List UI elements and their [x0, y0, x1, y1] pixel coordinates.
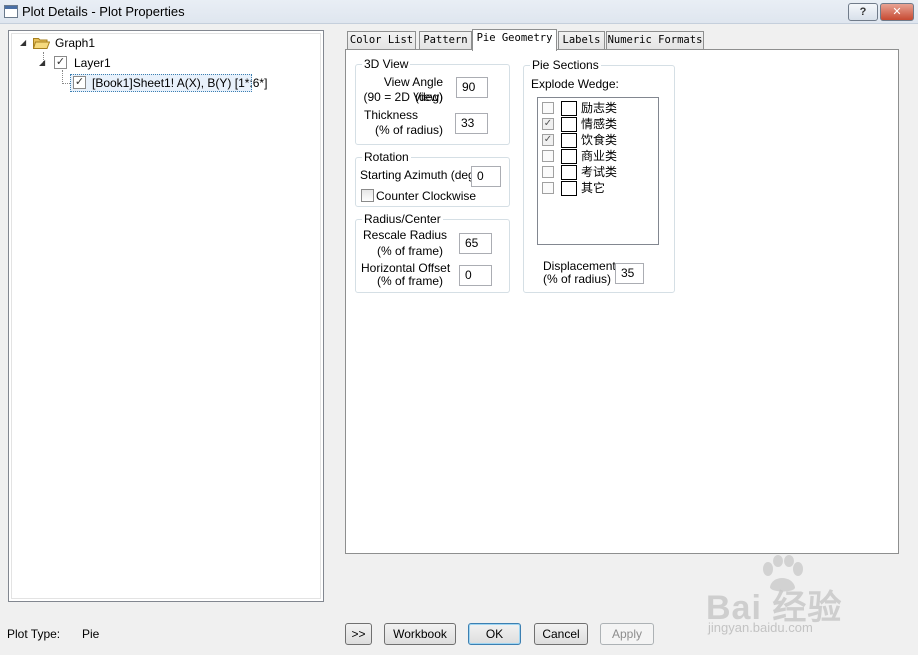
help-button[interactable]: ? [848, 3, 878, 21]
counter-clockwise-box[interactable] [361, 189, 374, 202]
horizontal-offset-input[interactable]: 0 [459, 265, 492, 286]
thickness-sublabel: (% of radius) [375, 123, 444, 137]
wedge-color-swatch [561, 117, 577, 132]
expand-button[interactable]: >> [345, 623, 372, 645]
wedge-checkbox[interactable] [542, 102, 554, 114]
list-item[interactable]: 商业类 [540, 148, 656, 164]
wedge-color-swatch [561, 149, 577, 164]
group-title-rotation: Rotation [362, 150, 411, 164]
wedge-label: 情感类 [581, 117, 618, 131]
wedge-color-swatch [561, 181, 577, 196]
thickness-label: Thickness [364, 108, 419, 122]
layer-checkbox[interactable]: ✓ [54, 56, 67, 69]
wedge-checkbox[interactable] [542, 182, 554, 194]
rescale-radius-label: Rescale Radius [363, 228, 448, 242]
ok-button[interactable]: OK [468, 623, 521, 645]
folder-open-icon [33, 38, 50, 49]
plot-tree[interactable] [8, 30, 324, 602]
wedge-label: 励志类 [581, 101, 618, 115]
tab-pie-geometry[interactable]: Pie Geometry [472, 29, 557, 51]
wedge-label: 考试类 [581, 165, 618, 179]
plot-type-label: Plot Type: [7, 627, 61, 641]
group-title-3d-view: 3D View [362, 57, 411, 71]
tree-node-plot[interactable]: [Book1]Sheet1! A(X), B(Y) [1*:6*] [92, 75, 267, 91]
tree-node-layer[interactable]: Layer1 [74, 55, 111, 71]
wedge-label: 饮食类 [581, 133, 618, 147]
tree-node-graph[interactable]: Graph1 [55, 35, 95, 51]
list-item[interactable]: ✓ 饮食类 [540, 132, 656, 148]
counter-clockwise-checkbox[interactable]: Counter Clockwise [361, 188, 481, 204]
tab-labels[interactable]: Labels [558, 31, 605, 50]
title-bar: Plot Details - Plot Properties ? ✕ [0, 0, 918, 24]
watermark-url: jingyan.baidu.com [708, 620, 813, 635]
wedge-color-swatch [561, 165, 577, 180]
wedge-checkbox[interactable] [542, 166, 554, 178]
group-title-radius-center: Radius/Center [362, 212, 443, 226]
horizontal-offset-sublabel: (% of frame) [376, 274, 443, 288]
view-angle-input[interactable]: 90 [456, 77, 488, 98]
list-item[interactable]: 其它 [540, 180, 656, 196]
rescale-radius-input[interactable]: 65 [459, 233, 492, 254]
cancel-button[interactable]: Cancel [534, 623, 588, 645]
wedge-label: 其它 [581, 181, 606, 195]
tab-numeric-formats[interactable]: Numeric Formats [606, 31, 704, 50]
tree-inner [11, 33, 321, 599]
wedge-color-swatch [561, 133, 577, 148]
wedge-checkbox[interactable]: ✓ [542, 134, 554, 146]
collapse-arrow-icon[interactable]: ◢ [20, 38, 26, 47]
wedge-label: 商业类 [581, 149, 618, 163]
wedge-checkbox[interactable]: ✓ [542, 118, 554, 130]
window-icon [4, 5, 18, 18]
azimuth-input[interactable]: 0 [471, 166, 501, 187]
list-item[interactable]: 考试类 [540, 164, 656, 180]
wedge-color-swatch [561, 101, 577, 116]
workbook-button[interactable]: Workbook [384, 623, 456, 645]
view-angle-sublabel: (90 = 2D View) [363, 90, 443, 104]
close-button[interactable]: ✕ [880, 3, 914, 21]
wedge-checkbox[interactable] [542, 150, 554, 162]
explode-wedge-list[interactable]: 励志类 ✓ 情感类 ✓ 饮食类 商业类 考试类 其它 [537, 97, 659, 245]
explode-wedge-label: Explode Wedge: [531, 77, 619, 91]
displacement-input[interactable]: 35 [615, 263, 644, 284]
list-item[interactable]: 励志类 [540, 100, 656, 116]
collapse-arrow-icon[interactable]: ◢ [39, 58, 45, 67]
azimuth-label: Starting Azimuth (deg) [360, 168, 479, 182]
apply-button[interactable]: Apply [600, 623, 654, 645]
tree-connector [62, 70, 63, 84]
tab-pattern[interactable]: Pattern [419, 31, 472, 50]
tree-connector [62, 83, 70, 84]
tab-color-list[interactable]: Color List [347, 31, 416, 50]
plot-checkbox[interactable]: ✓ [73, 76, 86, 89]
rescale-radius-sublabel: (% of frame) [376, 244, 443, 258]
displacement-sublabel: (% of radius) [543, 272, 612, 286]
group-title-pie-sections: Pie Sections [530, 58, 601, 72]
window-title: Plot Details - Plot Properties [22, 4, 185, 19]
counter-clockwise-label: Counter Clockwise [376, 189, 477, 203]
list-item[interactable]: ✓ 情感类 [540, 116, 656, 132]
thickness-input[interactable]: 33 [455, 113, 488, 134]
plot-type-value: Pie [82, 627, 100, 641]
baidu-watermark: Bai 经验 jingyan.baidu.com [700, 555, 900, 655]
